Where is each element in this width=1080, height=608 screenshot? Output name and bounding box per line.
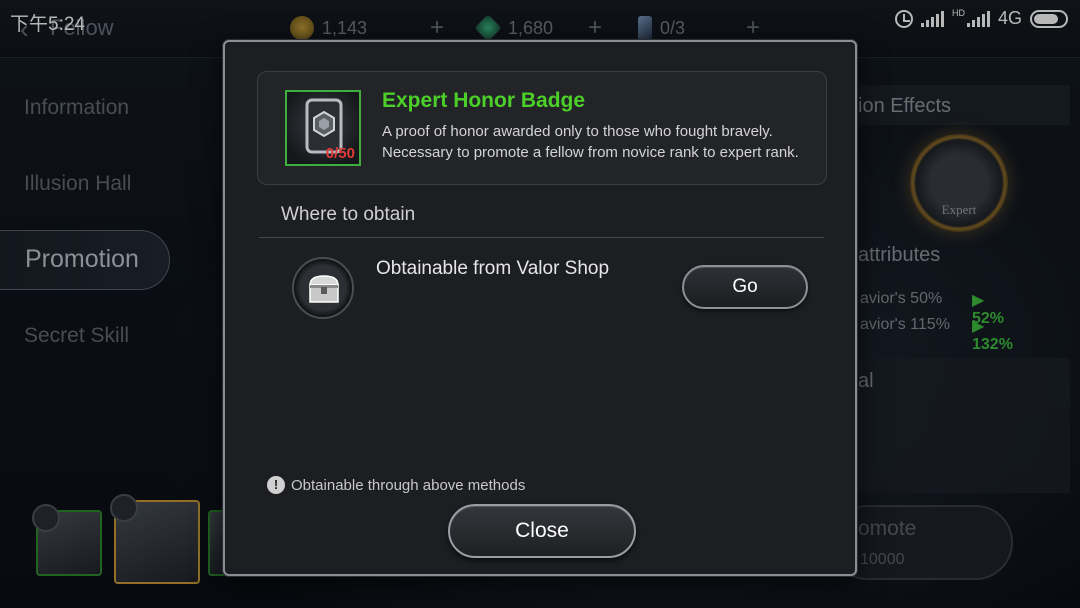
item-card: 0/50 Expert Honor Badge A proof of honor…	[257, 71, 827, 185]
note-text: Obtainable through above methods	[291, 476, 526, 494]
item-name: Expert Honor Badge	[382, 89, 586, 112]
source-valor-shop-label: Obtainable from Valor Shop	[376, 258, 610, 279]
item-count: 0/50	[325, 145, 355, 162]
treasure-chest-icon	[292, 257, 354, 319]
section-title: Where to obtain	[281, 204, 416, 225]
obtain-note: ! Obtainable through above methods	[267, 476, 525, 494]
go-button[interactable]: Go	[682, 265, 808, 309]
honor-badge-icon: 0/50	[285, 90, 361, 166]
item-description: A proof of honor awarded only to those w…	[382, 123, 799, 161]
info-icon: !	[267, 476, 285, 494]
divider	[259, 237, 824, 238]
close-button[interactable]: Close	[448, 504, 636, 558]
item-source-dialog: 0/50 Expert Honor Badge A proof of honor…	[223, 40, 857, 576]
chest-shape	[309, 275, 339, 303]
